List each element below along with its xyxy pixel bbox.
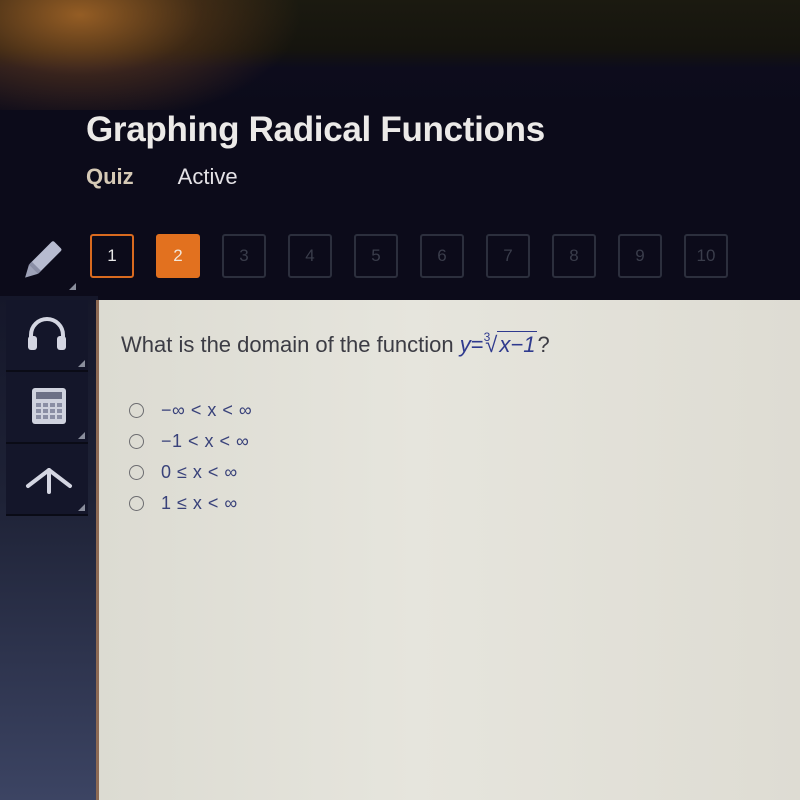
answer-option[interactable]: −∞ < x < ∞ bbox=[129, 395, 252, 425]
radio-button[interactable] bbox=[129, 433, 144, 449]
question-button-10[interactable]: 10 bbox=[684, 234, 728, 278]
audio-button[interactable] bbox=[6, 300, 88, 372]
answer-option[interactable]: 0 ≤ x < ∞ bbox=[129, 457, 252, 487]
question-button-9[interactable]: 9 bbox=[618, 234, 662, 278]
question-text: What is the domain of the function y=3√x… bbox=[121, 330, 550, 358]
cube-root: 3√x−1 bbox=[483, 330, 538, 358]
question-prefix: What is the domain of the function bbox=[121, 332, 460, 357]
activity-type: Quiz bbox=[86, 164, 134, 189]
quiz-header: Graphing Radical Functions Quiz Active bbox=[86, 110, 545, 190]
option-label: 1 ≤ x < ∞ bbox=[161, 492, 238, 513]
question-button-8[interactable]: 8 bbox=[552, 234, 596, 278]
option-label: −∞ < x < ∞ bbox=[161, 399, 253, 420]
page-title: Graphing Radical Functions bbox=[86, 110, 545, 149]
question-button-2[interactable]: 2 bbox=[156, 234, 200, 278]
corner-indicator bbox=[69, 283, 76, 290]
question-button-5[interactable]: 5 bbox=[354, 234, 398, 278]
status-label: Active bbox=[177, 164, 238, 189]
pencil-icon bbox=[25, 241, 62, 278]
question-button-1[interactable]: 1 bbox=[90, 234, 134, 278]
subtitle-row: Quiz Active bbox=[86, 164, 545, 190]
function-expression: y=3√x−1 bbox=[459, 330, 538, 358]
question-button-4[interactable]: 4 bbox=[288, 234, 332, 278]
answer-option[interactable]: −1 < x < ∞ bbox=[129, 426, 252, 456]
corner-indicator bbox=[78, 360, 85, 367]
option-label: 0 ≤ x < ∞ bbox=[161, 461, 238, 482]
option-label: −1 < x < ∞ bbox=[161, 430, 250, 451]
sidebar bbox=[0, 296, 98, 800]
arrow-up-icon bbox=[26, 468, 72, 494]
corner-indicator bbox=[78, 504, 85, 511]
calculator-icon bbox=[32, 388, 66, 424]
pencil-tool-button[interactable] bbox=[10, 232, 80, 292]
answer-option[interactable]: 1 ≤ x < ∞ bbox=[129, 488, 252, 518]
toolbar: 1 2 3 4 5 6 7 8 9 10 bbox=[0, 226, 800, 292]
question-button-6[interactable]: 6 bbox=[420, 234, 464, 278]
top-background bbox=[0, 0, 800, 110]
equals-sign: = bbox=[470, 332, 484, 357]
question-panel: What is the domain of the function y=3√x… bbox=[96, 300, 800, 800]
headphones-icon bbox=[28, 317, 66, 350]
radicand: x−1 bbox=[497, 331, 538, 357]
reference-button[interactable] bbox=[6, 444, 88, 516]
question-button-3[interactable]: 3 bbox=[222, 234, 266, 278]
question-button-7[interactable]: 7 bbox=[486, 234, 530, 278]
radio-button[interactable] bbox=[129, 402, 144, 418]
radio-button[interactable] bbox=[129, 464, 144, 480]
corner-indicator bbox=[78, 432, 85, 439]
question-navigator: 1 2 3 4 5 6 7 8 9 10 bbox=[90, 234, 728, 278]
root-index: 3 bbox=[483, 330, 491, 344]
question-mark: ? bbox=[537, 332, 550, 357]
answer-options: −∞ < x < ∞ −1 < x < ∞ 0 ≤ x < ∞ 1 ≤ x < … bbox=[129, 395, 252, 519]
function-lhs: y bbox=[459, 332, 471, 357]
calculator-button[interactable] bbox=[6, 372, 88, 444]
radio-button[interactable] bbox=[129, 495, 144, 511]
